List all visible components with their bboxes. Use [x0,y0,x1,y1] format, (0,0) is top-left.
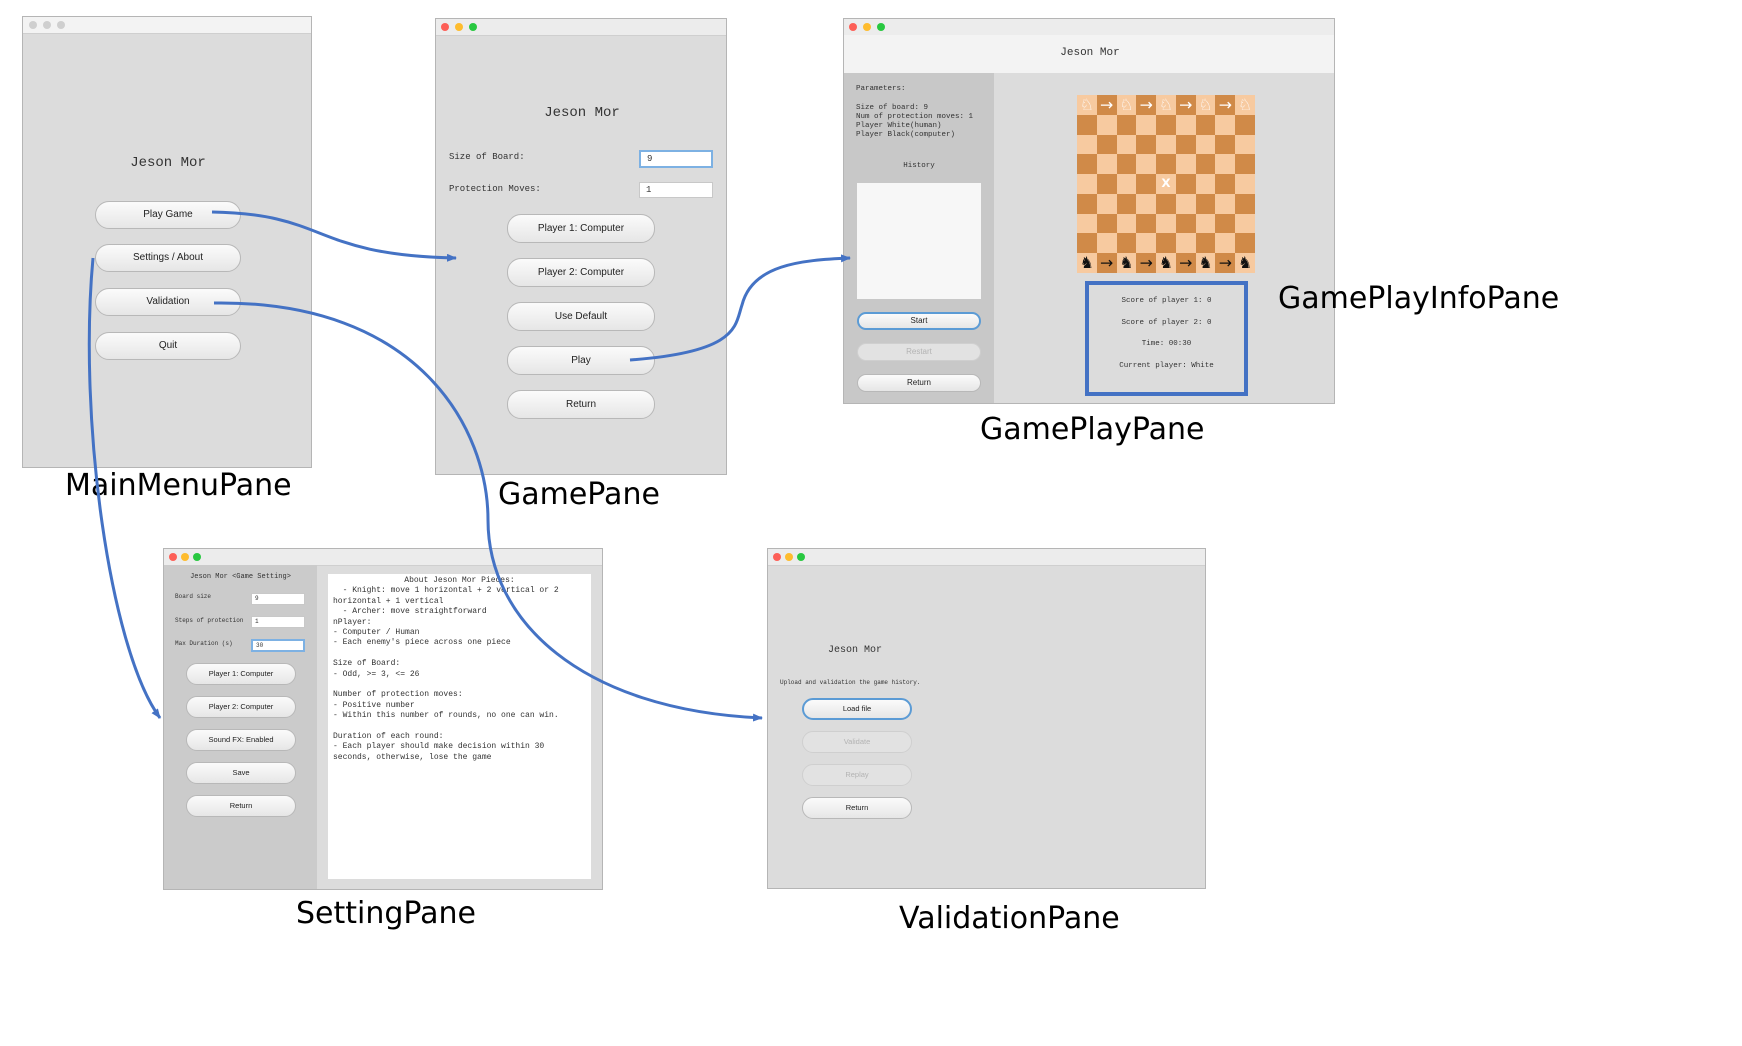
flow-arrows [87,210,851,722]
arrow-settings-to-settingpane [87,257,162,719]
arrow-play-to-gameplay [629,254,851,362]
arrow-play-to-gamepane [211,210,457,262]
arrow-validation-to-validationpane [213,301,763,722]
